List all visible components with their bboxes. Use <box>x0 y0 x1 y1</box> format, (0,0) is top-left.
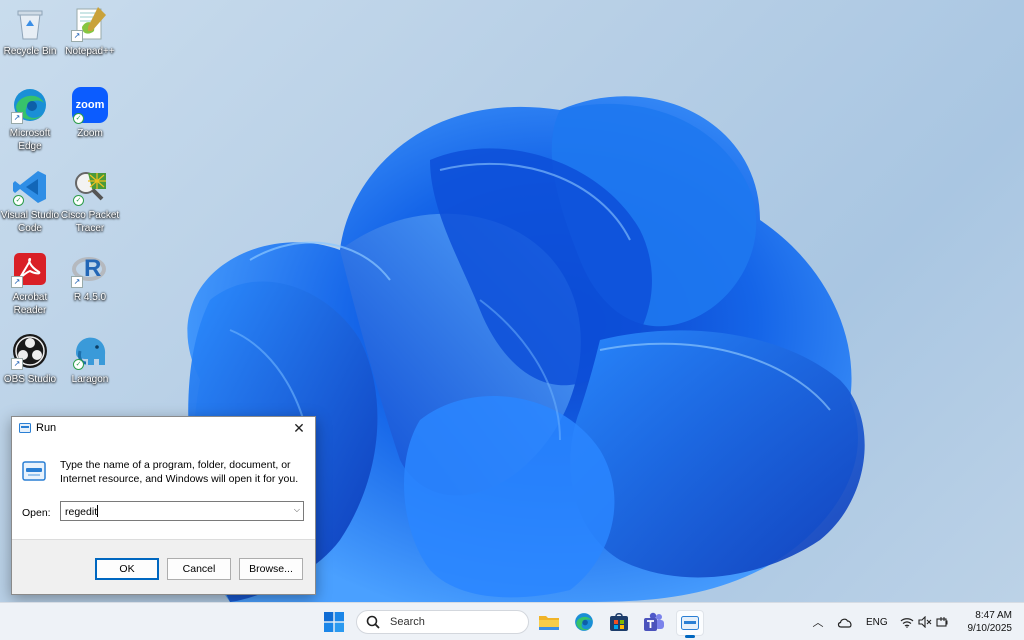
chevron-down-icon[interactable]: ⌵ <box>294 505 300 515</box>
desktop-icon-obs[interactable]: ↗ OBS Studio <box>0 332 60 386</box>
obs-icon: ↗ <box>11 332 49 370</box>
taskbar-file-explorer[interactable] <box>536 610 562 634</box>
open-input[interactable]: regedit <box>65 505 99 518</box>
recycle-bin-icon <box>11 4 49 42</box>
laragon-icon: ✓ <box>71 332 109 370</box>
clock-date: 9/10/2025 <box>967 623 1013 634</box>
desktop-icon-label: Recycle Bin <box>3 46 57 57</box>
close-button[interactable]: ✕ <box>287 419 311 437</box>
open-combobox[interactable]: regedit ⌵ <box>60 501 304 521</box>
battery-button[interactable] <box>934 610 952 634</box>
run-title: Run <box>36 422 57 434</box>
cancel-button[interactable]: Cancel <box>167 558 231 580</box>
show-hidden-icons-button[interactable]: ︿ <box>808 610 828 634</box>
run-program-icon <box>22 461 46 481</box>
network-button[interactable] <box>898 610 916 634</box>
language-indicator[interactable]: ENG <box>866 617 888 628</box>
desktop-icon-label: Laragon <box>71 374 109 385</box>
desktop-icon-zoom[interactable]: zoom ✓ Zoom <box>60 86 120 140</box>
desktop-icon-label: Cisco Packet Tracer <box>60 210 120 234</box>
taskbar: Search ︿ ENG 8:47 AM 9/10/2025 <box>0 602 1024 640</box>
desktop-icon-label: Zoom <box>77 128 103 139</box>
cloud-icon <box>837 618 852 628</box>
wifi-icon <box>900 617 914 628</box>
desktop-icon-acrobat[interactable]: ↗ Acrobat Reader <box>0 250 60 317</box>
vscode-icon: ✓ <box>11 168 49 206</box>
chevron-up-icon: ︿ <box>812 617 824 629</box>
run-button-row: OK Cancel Browse... <box>12 540 315 594</box>
desktop-icon-label: R 4.5.0 <box>73 292 107 303</box>
close-icon: ✕ <box>293 420 305 436</box>
sync-check-icon: ✓ <box>73 195 84 206</box>
desktop-icon-recycle-bin[interactable]: Recycle Bin <box>0 4 60 58</box>
sync-check-icon: ✓ <box>73 113 84 124</box>
taskbar-search[interactable]: Search <box>356 610 529 634</box>
teams-icon <box>644 612 664 631</box>
clock-time: 8:47 AM <box>975 610 1012 621</box>
desktop-icon-packet-tracer[interactable]: ✓ Cisco Packet Tracer <box>60 168 120 235</box>
file-explorer-icon <box>539 616 559 630</box>
browse-button[interactable]: Browse... <box>239 558 303 580</box>
start-icon <box>324 612 344 632</box>
zoom-icon: zoom ✓ <box>71 86 109 124</box>
taskbar-run[interactable] <box>676 610 704 638</box>
taskbar-store[interactable] <box>606 610 632 634</box>
battery-plug-icon <box>936 617 948 627</box>
r-letter: R <box>84 255 102 282</box>
packet-tracer-icon: ✓ <box>71 168 109 206</box>
store-icon <box>610 612 628 631</box>
desktop-icon-label: OBS Studio <box>3 374 57 385</box>
notepadpp-icon: ↗ <box>71 4 109 42</box>
search-icon <box>366 615 380 629</box>
run-app-icon <box>19 423 31 433</box>
sync-check-icon: ✓ <box>13 195 24 206</box>
clock[interactable]: 8:47 AM 9/10/2025 <box>968 609 1013 635</box>
desktop-icon-r[interactable]: R ↗ R 4.5.0 <box>60 250 120 304</box>
edge-icon <box>575 613 593 631</box>
desktop-icon-label: Acrobat Reader <box>12 292 48 316</box>
run-description: Type the name of a program, folder, docu… <box>60 459 299 485</box>
acrobat-icon: ↗ <box>11 250 49 288</box>
ok-button[interactable]: OK <box>95 558 159 580</box>
shortcut-arrow-icon: ↗ <box>11 358 23 370</box>
volume-button[interactable] <box>916 610 934 634</box>
open-label: Open: <box>22 507 51 519</box>
desktop-icon-notepadpp[interactable]: ↗ Notepad++ <box>60 4 120 58</box>
shortcut-arrow-icon: ↗ <box>11 112 23 124</box>
search-placeholder: Search <box>390 616 425 628</box>
desktop-icon-vscode[interactable]: ✓ Visual Studio Code <box>0 168 60 235</box>
volume-muted-icon <box>918 616 932 628</box>
run-dialog: Run ✕ Type the name of a program, folder… <box>11 416 316 595</box>
r-icon: R ↗ <box>71 250 109 288</box>
run-icon <box>681 616 699 630</box>
run-titlebar[interactable]: Run ✕ <box>12 417 315 439</box>
taskbar-edge[interactable] <box>571 610 597 634</box>
open-input-value: regedit <box>65 506 98 518</box>
run-body: Type the name of a program, folder, docu… <box>12 439 315 540</box>
desktop-icon-edge[interactable]: ↗ Microsoft Edge <box>0 86 60 153</box>
desktop-icon-label: Visual Studio Code <box>0 210 60 234</box>
shortcut-arrow-icon: ↗ <box>11 276 23 288</box>
onedrive-button[interactable] <box>834 610 856 634</box>
text-caret <box>97 505 99 517</box>
taskbar-teams[interactable] <box>641 610 667 634</box>
desktop: Recycle Bin ↗ Microsoft Edge ✓ Visual St… <box>0 0 1024 602</box>
shortcut-arrow-icon: ↗ <box>71 276 83 288</box>
desktop-icon-laragon[interactable]: ✓ Laragon <box>60 332 120 386</box>
sync-check-icon: ✓ <box>73 359 84 370</box>
desktop-icon-label: Microsoft Edge <box>9 128 51 152</box>
start-button[interactable] <box>321 610 347 634</box>
shortcut-arrow-icon: ↗ <box>71 30 83 42</box>
desktop-icon-label: Notepad++ <box>65 46 115 57</box>
edge-icon: ↗ <box>11 86 49 124</box>
